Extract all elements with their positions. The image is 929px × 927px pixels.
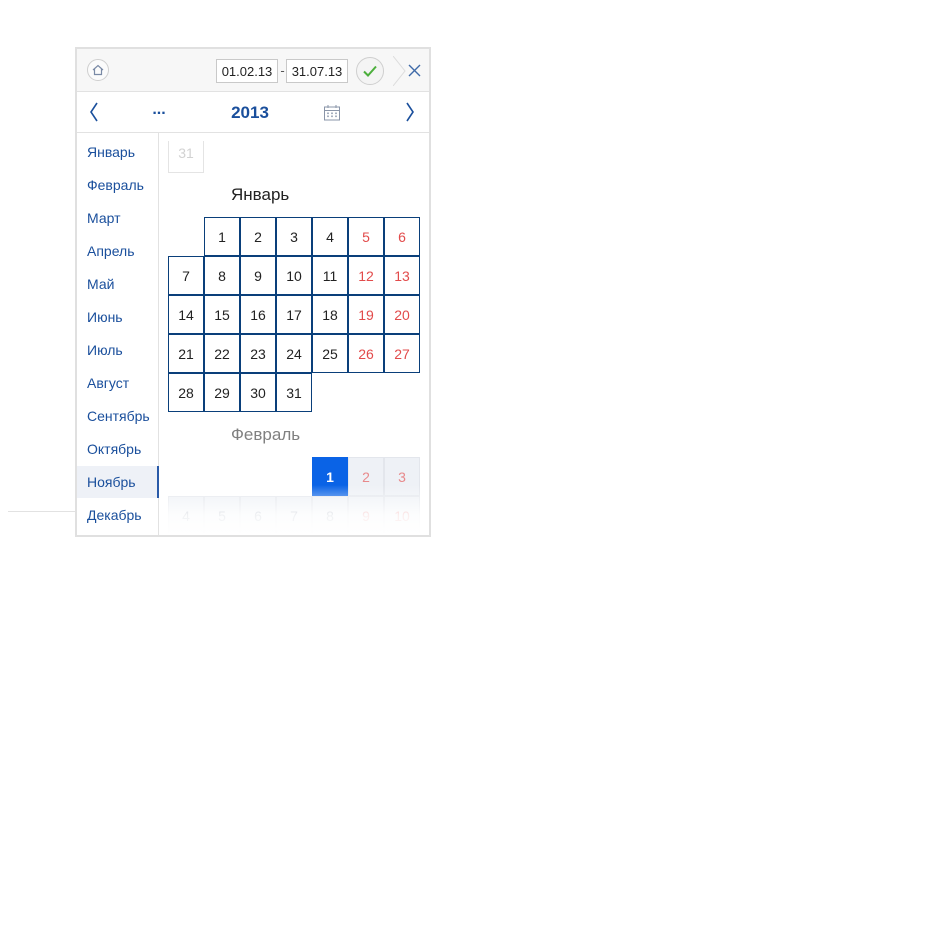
day-cell[interactable]: 21 — [168, 334, 204, 373]
day-cell[interactable]: 26 — [348, 334, 384, 373]
date-to-input[interactable] — [286, 59, 348, 83]
toolbar: - — [77, 49, 429, 92]
day-cell[interactable]: 18 — [312, 295, 348, 334]
sidebar-month-item[interactable]: Ноябрь — [77, 466, 159, 498]
year-ellipsis[interactable]: ... — [149, 98, 169, 122]
sidebar-month-item[interactable]: Сентябрь — [77, 400, 158, 432]
close-icon — [393, 56, 421, 86]
year-label[interactable]: 2013 — [225, 102, 275, 124]
month-title-february: Февраль — [231, 425, 301, 444]
day-cell[interactable]: 6 — [384, 217, 420, 256]
day-cell[interactable]: 23 — [240, 334, 276, 373]
year-navigation: ... 2013 — [77, 92, 429, 133]
sidebar-month-item[interactable]: Июнь — [77, 301, 158, 333]
day-cell[interactable]: 30 — [240, 373, 276, 412]
day-cell[interactable]: 22 — [204, 334, 240, 373]
day-cell[interactable]: 13 — [384, 256, 420, 295]
day-cell[interactable]: 16 — [240, 295, 276, 334]
month-title-january: Январь — [231, 185, 290, 204]
calendar-icon[interactable] — [323, 104, 341, 122]
confirm-button[interactable] — [356, 57, 384, 85]
close-button[interactable] — [393, 56, 429, 86]
day-cell[interactable]: 5 — [348, 217, 384, 256]
next-year-button[interactable] — [399, 92, 423, 132]
scroll-fade — [159, 485, 429, 535]
sidebar-month-item[interactable]: Апрель — [77, 235, 158, 267]
sidebar-month-item[interactable]: Март — [77, 202, 158, 234]
previous-month-day: 31 — [168, 141, 204, 173]
date-separator: - — [280, 63, 285, 78]
sidebar-month-item[interactable]: Май — [77, 268, 158, 300]
date-from-input[interactable] — [216, 59, 278, 83]
day-cell[interactable]: 25 — [312, 334, 348, 373]
day-cell[interactable]: 17 — [276, 295, 312, 334]
day-cell[interactable]: 4 — [312, 217, 348, 256]
background-divider — [8, 511, 76, 512]
day-cell[interactable]: 14 — [168, 295, 204, 334]
date-range-picker: - ... 2013 — [75, 47, 431, 537]
day-cell[interactable]: 11 — [312, 256, 348, 295]
day-cell[interactable]: 10 — [276, 256, 312, 295]
day-cell[interactable]: 12 — [348, 256, 384, 295]
day-cell[interactable]: 19 — [348, 295, 384, 334]
home-button[interactable] — [87, 59, 109, 81]
sidebar-month-item[interactable]: Июль — [77, 334, 158, 366]
day-cell[interactable]: 15 — [204, 295, 240, 334]
day-cell[interactable]: 9 — [240, 256, 276, 295]
day-cell[interactable]: 1 — [204, 217, 240, 256]
day-cell[interactable]: 29 — [204, 373, 240, 412]
day-cell[interactable]: 8 — [204, 256, 240, 295]
day-cell[interactable]: 7 — [168, 256, 204, 295]
chevron-right-icon — [406, 102, 414, 122]
sidebar-month-item[interactable]: Август — [77, 367, 158, 399]
day-cell[interactable]: 24 — [276, 334, 312, 373]
sidebar-month-item[interactable]: Октябрь — [77, 433, 158, 465]
day-cell[interactable]: 31 — [276, 373, 312, 412]
check-icon — [363, 65, 377, 77]
prev-year-button[interactable] — [83, 92, 107, 132]
day-cell[interactable]: 27 — [384, 334, 420, 373]
day-cell[interactable]: 3 — [276, 217, 312, 256]
sidebar-month-item[interactable]: Январь — [77, 136, 158, 168]
sidebar-month-item[interactable]: Декабрь — [77, 499, 158, 531]
month-sidebar: Январь Февраль Март Апрель Май Июнь Июль Август… — [77, 133, 159, 535]
calendar-view: 31 Январь 1 2 3 4 5 6 7 8 9 10 11 12 13 14 15 16 17 18 19 2… — [159, 133, 429, 535]
day-cell[interactable]: 28 — [168, 373, 204, 412]
sidebar-month-item[interactable]: Февраль — [77, 169, 158, 201]
home-icon — [92, 64, 104, 76]
chevron-left-icon — [90, 102, 98, 122]
day-cell[interactable]: 20 — [384, 295, 420, 334]
day-cell[interactable]: 2 — [240, 217, 276, 256]
